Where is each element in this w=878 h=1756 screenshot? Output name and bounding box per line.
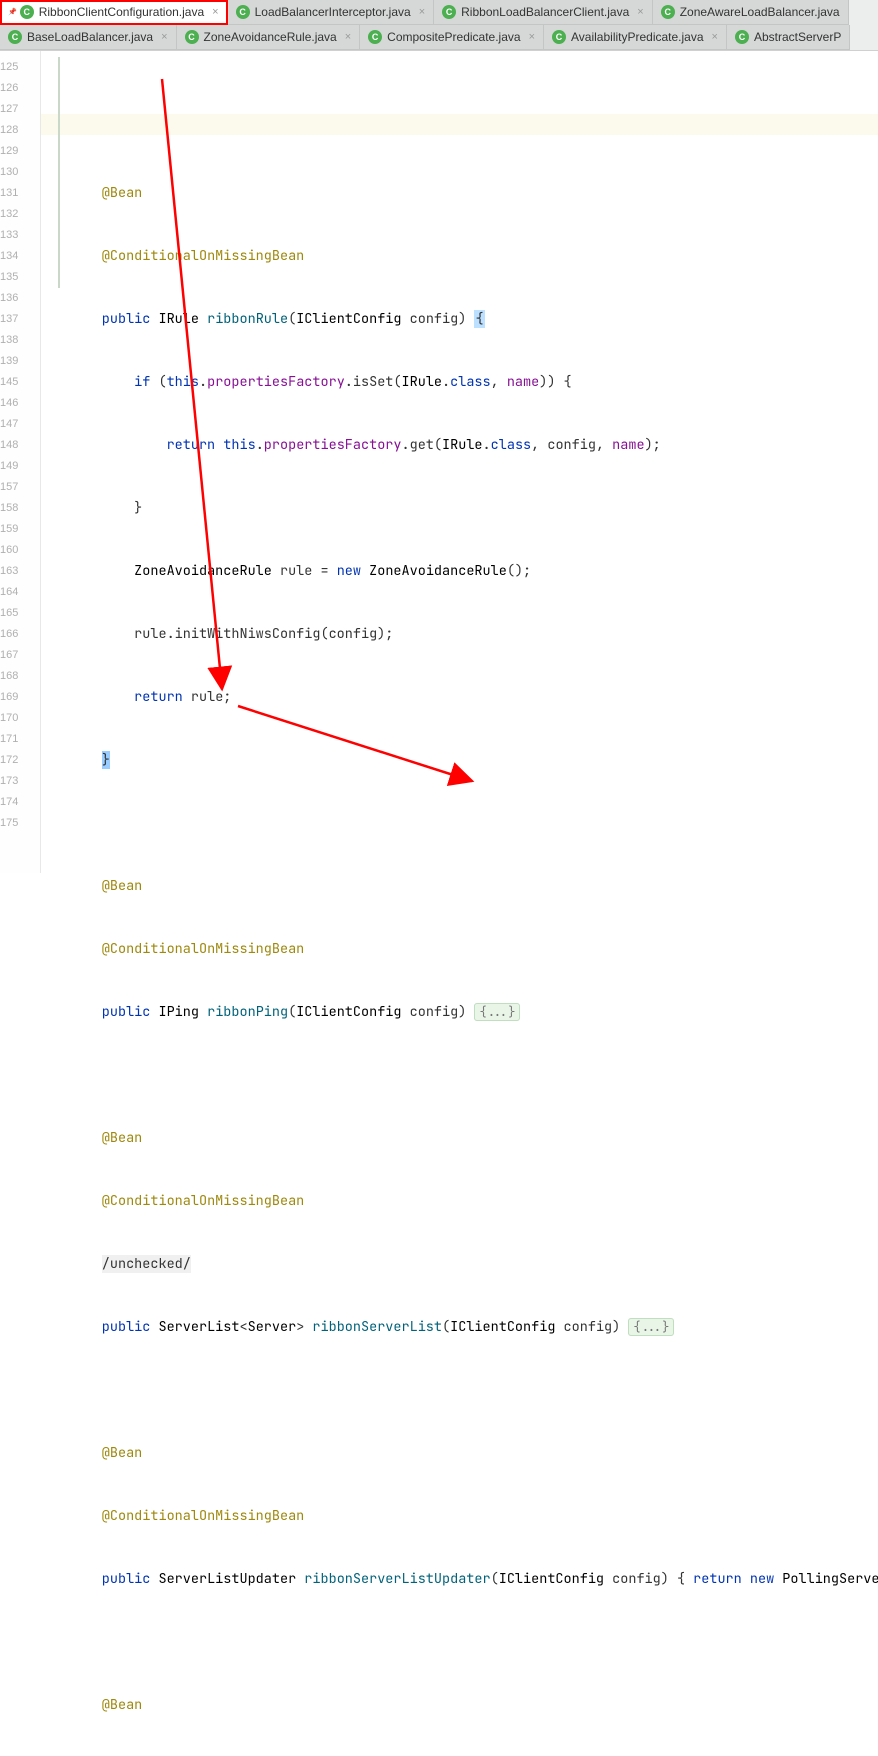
close-icon[interactable]: × bbox=[526, 31, 535, 43]
code-line bbox=[69, 120, 878, 141]
code-line: } bbox=[69, 750, 878, 771]
java-class-icon: C bbox=[442, 5, 456, 19]
tab-label: ZoneAvoidanceRule.java bbox=[204, 30, 337, 44]
tab-label: ZoneAwareLoadBalancer.java bbox=[680, 5, 840, 19]
tab-ribbon-loadbalancer-client[interactable]: C RibbonLoadBalancerClient.java × bbox=[434, 0, 653, 25]
close-icon[interactable]: × bbox=[209, 6, 218, 18]
code-line: public ServerListUpdater ribbonServerLis… bbox=[69, 1569, 878, 1590]
code-area[interactable]: @Bean @ConditionalOnMissingBean public I… bbox=[41, 51, 878, 873]
tab-availability-predicate[interactable]: C AvailabilityPredicate.java × bbox=[544, 25, 727, 50]
code-line bbox=[69, 813, 878, 834]
tab-base-loadbalancer[interactable]: C BaseLoadBalancer.java × bbox=[0, 25, 177, 50]
code-line: /unchecked/ bbox=[69, 1254, 878, 1275]
java-class-icon: C bbox=[8, 30, 22, 44]
code-fold[interactable]: {...} bbox=[628, 1318, 674, 1336]
java-class-icon: C bbox=[735, 30, 749, 44]
close-icon[interactable]: × bbox=[709, 31, 718, 43]
tab-label: AvailabilityPredicate.java bbox=[571, 30, 704, 44]
code-line: @ConditionalOnMissingBean bbox=[69, 939, 878, 960]
tab-label: RibbonLoadBalancerClient.java bbox=[461, 5, 629, 19]
close-icon[interactable]: × bbox=[342, 31, 351, 43]
java-class-icon: C bbox=[20, 5, 34, 19]
code-line: @ConditionalOnMissingBean bbox=[69, 246, 878, 267]
code-line: public ServerList<Server> ribbonServerLi… bbox=[69, 1317, 878, 1338]
code-line: public IPing ribbonPing(IClientConfig co… bbox=[69, 1002, 878, 1023]
code-editor[interactable]: 1251261271281291301311321331341351361371… bbox=[0, 51, 878, 873]
line-number-gutter: 1251261271281291301311321331341351361371… bbox=[0, 51, 41, 873]
code-line bbox=[69, 1380, 878, 1401]
code-line: @Bean bbox=[69, 183, 878, 204]
tab-label: CompositePredicate.java bbox=[387, 30, 520, 44]
code-line: rule.initWithNiwsConfig(config); bbox=[69, 624, 878, 645]
code-line: @Bean bbox=[69, 1695, 878, 1716]
tab-loadbalancer-interceptor[interactable]: C LoadBalancerInterceptor.java × bbox=[228, 0, 435, 25]
code-line: @Bean bbox=[69, 876, 878, 897]
code-line: @Bean bbox=[69, 1443, 878, 1464]
tab-label: BaseLoadBalancer.java bbox=[27, 30, 153, 44]
tab-bar: 📌CRibbonClientConfiguration.java× CLoadB… bbox=[0, 0, 878, 51]
code-line: @ConditionalOnMissingBean bbox=[69, 1191, 878, 1212]
code-line: if (this.propertiesFactory.isSet(IRule.c… bbox=[69, 372, 878, 393]
tab-ribbon-client-config[interactable]: 📌CRibbonClientConfiguration.java× bbox=[0, 0, 228, 25]
java-class-icon: C bbox=[368, 30, 382, 44]
java-class-icon: C bbox=[236, 5, 250, 19]
tab-zone-avoidance-rule[interactable]: C ZoneAvoidanceRule.java × bbox=[177, 25, 361, 50]
tab-label: AbstractServerP bbox=[754, 30, 841, 44]
tab-abstract-server-predicate[interactable]: C AbstractServerP bbox=[727, 25, 850, 50]
java-class-icon: C bbox=[185, 30, 199, 44]
code-line: public IRule ribbonRule(IClientConfig co… bbox=[69, 309, 878, 330]
code-line: @Bean bbox=[69, 1128, 878, 1149]
code-fold[interactable]: {...} bbox=[474, 1003, 520, 1021]
close-icon[interactable]: × bbox=[158, 31, 167, 43]
tab-composite-predicate[interactable]: C CompositePredicate.java × bbox=[360, 25, 544, 50]
code-line: @ConditionalOnMissingBean bbox=[69, 1506, 878, 1527]
tab-zone-aware-loadbalancer[interactable]: C ZoneAwareLoadBalancer.java bbox=[653, 0, 849, 25]
close-icon[interactable]: × bbox=[416, 6, 425, 18]
java-class-icon: C bbox=[661, 5, 675, 19]
code-line bbox=[69, 1632, 878, 1653]
code-line: } bbox=[69, 498, 878, 519]
code-line: return this.propertiesFactory.get(IRule.… bbox=[69, 435, 878, 456]
tab-label: LoadBalancerInterceptor.java bbox=[255, 5, 411, 19]
code-line: ZoneAvoidanceRule rule = new ZoneAvoidan… bbox=[69, 561, 878, 582]
code-line: return rule; bbox=[69, 687, 878, 708]
code-line bbox=[69, 1065, 878, 1086]
java-class-icon: C bbox=[552, 30, 566, 44]
tab-label: RibbonClientConfiguration.java bbox=[39, 5, 204, 19]
close-icon[interactable]: × bbox=[634, 6, 643, 18]
